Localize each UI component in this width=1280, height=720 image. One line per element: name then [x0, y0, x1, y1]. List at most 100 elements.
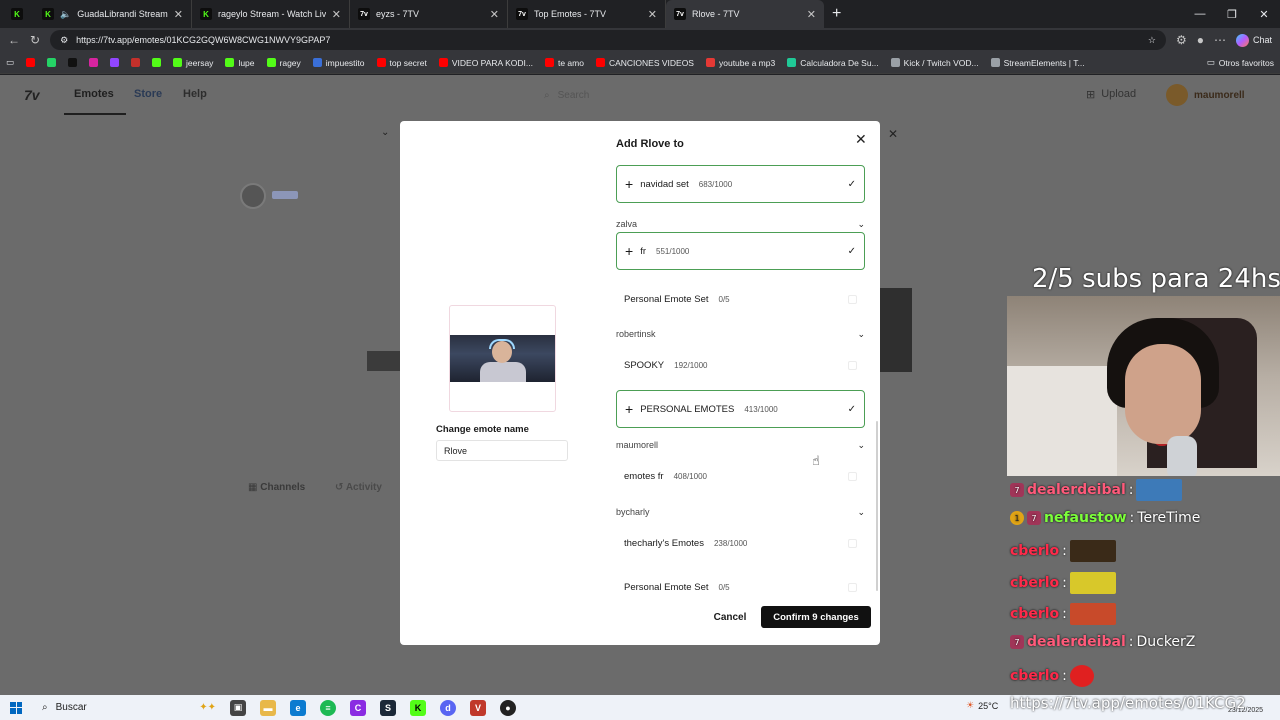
bookmark-label: impuestito — [325, 57, 365, 68]
other-bookmarks[interactable]: ▭ Otros favoritos — [1207, 57, 1274, 68]
bookmark-item[interactable]: te amo — [544, 58, 584, 68]
nav-emotes[interactable]: Emotes — [74, 88, 114, 100]
emote-set-row[interactable]: + navidad set 683/1000 ✓ — [616, 165, 865, 203]
obs-icon[interactable]: ● — [500, 699, 516, 716]
bookmark-item[interactable]: CANCIONES VIDEOS — [595, 58, 694, 68]
bookmark-item[interactable]: Kick / Twitch VOD... — [890, 58, 979, 68]
star-icon[interactable]: ☆ — [1148, 35, 1156, 46]
checkbox[interactable] — [848, 538, 857, 548]
bookmark-item[interactable] — [47, 58, 57, 67]
close-window-icon[interactable]: ✕ — [1248, 0, 1280, 28]
back-icon[interactable]: ← — [8, 33, 20, 47]
close-icon[interactable]: ✕ — [855, 131, 867, 148]
browser-tab-active[interactable]: 7v Rlove - 7TV ✕ — [666, 0, 824, 28]
browser-tab[interactable]: K 🔈 GuadaLibrandi Stream - Watc ✕ — [34, 0, 192, 28]
emote-set-row[interactable]: emotes fr 408/1000 — [616, 457, 865, 495]
set-group-header[interactable]: robertinsk ⌄ — [616, 327, 865, 341]
checkbox[interactable] — [848, 294, 857, 304]
confirm-button[interactable]: Confirm 9 changes — [761, 606, 871, 628]
bookmark-folder-icon[interactable]: ▭ — [6, 57, 14, 68]
user-menu[interactable]: maumorell — [1166, 84, 1245, 106]
chevron-down-icon[interactable]: ⌄ — [857, 507, 865, 518]
emote-set-row[interactable]: Personal Emote Set 0/5 — [616, 568, 865, 595]
emote-set-row[interactable]: Personal Emote Set 0/5 — [616, 280, 865, 318]
set-group-header[interactable]: zalva ⌄ — [616, 217, 865, 231]
close-icon[interactable]: ✕ — [648, 8, 657, 21]
browser-tab[interactable]: 7v eyzs - 7TV ✕ — [350, 0, 508, 28]
profile-icon[interactable]: ● — [1197, 33, 1204, 47]
close-icon[interactable]: ✕ — [490, 8, 499, 21]
extensions-icon[interactable]: ⚙ — [1176, 33, 1187, 47]
menu-icon[interactable]: ⋯ — [1214, 33, 1226, 47]
scrollbar[interactable] — [876, 421, 878, 591]
app-icon[interactable]: V — [470, 699, 486, 716]
chevron-down-icon[interactable]: ⌄ — [857, 440, 865, 451]
chevron-down-icon[interactable]: ⌄ — [857, 329, 865, 340]
checkbox[interactable] — [848, 360, 857, 370]
new-tab-icon[interactable]: + — [832, 5, 841, 23]
close-icon[interactable]: ✕ — [174, 8, 183, 21]
cursor-hand-icon: ☝ — [812, 453, 820, 468]
bookmark-item[interactable] — [110, 58, 120, 67]
steam-icon[interactable]: S — [380, 699, 396, 716]
upload-button[interactable]: ⊞ Upload — [1086, 88, 1136, 101]
taskbar-search[interactable]: ⌕ Buscar ✦✦ — [36, 698, 216, 717]
close-icon[interactable]: ✕ — [807, 8, 816, 21]
tab-activity-label: Activity — [345, 482, 382, 493]
site-search[interactable]: ⌕ Search — [534, 84, 834, 106]
checkmark-icon[interactable]: ✓ — [848, 404, 856, 415]
bookmark-item[interactable] — [89, 58, 99, 67]
bookmark-item[interactable]: jeersay — [173, 58, 213, 68]
checkbox[interactable] — [848, 582, 857, 592]
nav-help[interactable]: Help — [183, 88, 207, 100]
checkmark-icon[interactable]: ✓ — [848, 246, 856, 257]
copilot-chat-button[interactable]: Chat — [1235, 33, 1272, 47]
restore-icon[interactable]: ❐ — [1216, 0, 1248, 28]
bookmark-item[interactable] — [131, 58, 141, 67]
bookmark-item[interactable] — [26, 58, 36, 67]
bookmark-item[interactable] — [152, 58, 162, 67]
site-info-icon[interactable]: ⚙ — [60, 35, 68, 46]
bookmark-item[interactable]: youtube a mp3 — [705, 58, 775, 68]
edge-icon[interactable]: e — [290, 699, 306, 716]
app-icon[interactable]: C — [350, 699, 366, 716]
chevron-down-icon[interactable]: ⌄ — [857, 219, 865, 230]
browser-tab[interactable]: 7v Top Emotes - 7TV ✕ — [508, 0, 666, 28]
close-icon[interactable]: ✕ — [332, 8, 341, 21]
set-name: emotes fr — [624, 470, 664, 482]
url-field[interactable]: ⚙ https://7tv.app/emotes/01KCG2GQW6W8CWG… — [50, 30, 1166, 50]
emote-set-row[interactable]: + PERSONAL EMOTES 413/1000 ✓ — [616, 390, 865, 428]
checkmark-icon[interactable]: ✓ — [848, 179, 856, 190]
emote-name-input[interactable] — [436, 440, 568, 461]
set-group-header[interactable]: bycharly ⌄ — [616, 505, 865, 519]
reload-icon[interactable]: ↻ — [30, 33, 40, 47]
nav-store[interactable]: Store — [134, 88, 162, 100]
file-explorer-icon[interactable]: ▬ — [260, 699, 276, 716]
bookmark-item[interactable]: lupe — [225, 58, 255, 68]
emote-set-list[interactable]: + navidad set 683/1000 ✓ zalva ⌄ + fr 551/1000 ✓ P… — [616, 165, 866, 595]
discord-icon[interactable]: d — [440, 699, 456, 716]
cancel-button[interactable]: Cancel — [710, 606, 750, 628]
bookmark-item[interactable] — [68, 58, 78, 67]
set-group-header[interactable]: maumorell ⌄ — [616, 438, 865, 452]
bookmark-item[interactable]: VIDEO PARA KODI... — [438, 58, 533, 68]
browser-tab[interactable]: K rageylo Stream - Watch Live on Ki ✕ — [192, 0, 350, 28]
windows-start-icon[interactable] — [10, 701, 22, 714]
emote-set-row[interactable]: + fr 551/1000 ✓ — [616, 232, 865, 270]
emote-set-row[interactable]: thecharly's Emotes 238/1000 — [616, 524, 865, 562]
minimize-icon[interactable]: — — [1184, 0, 1216, 28]
kick-icon[interactable]: K — [410, 699, 426, 716]
bookmark-item[interactable]: top secret — [376, 58, 427, 68]
emote-set-row[interactable]: SPOOKY 192/1000 — [616, 346, 865, 384]
weather-widget[interactable]: ☀ 25°C — [966, 700, 998, 711]
tab-kick-pinned[interactable]: K — [0, 0, 34, 28]
bookmark-item[interactable]: impuestito — [312, 57, 365, 68]
7tv-logo[interactable]: 7v — [24, 87, 40, 103]
bookmark-item[interactable]: ragey — [266, 58, 301, 68]
spotify-icon[interactable]: ≡ — [320, 699, 336, 716]
bookmark-item[interactable]: StreamElements | T... — [990, 58, 1085, 68]
mute-icon[interactable]: 🔈 — [60, 9, 71, 20]
task-view-icon[interactable]: ▣ — [230, 699, 246, 716]
checkbox[interactable] — [848, 471, 857, 481]
bookmark-item[interactable]: Calculadora De Su... — [787, 58, 879, 68]
